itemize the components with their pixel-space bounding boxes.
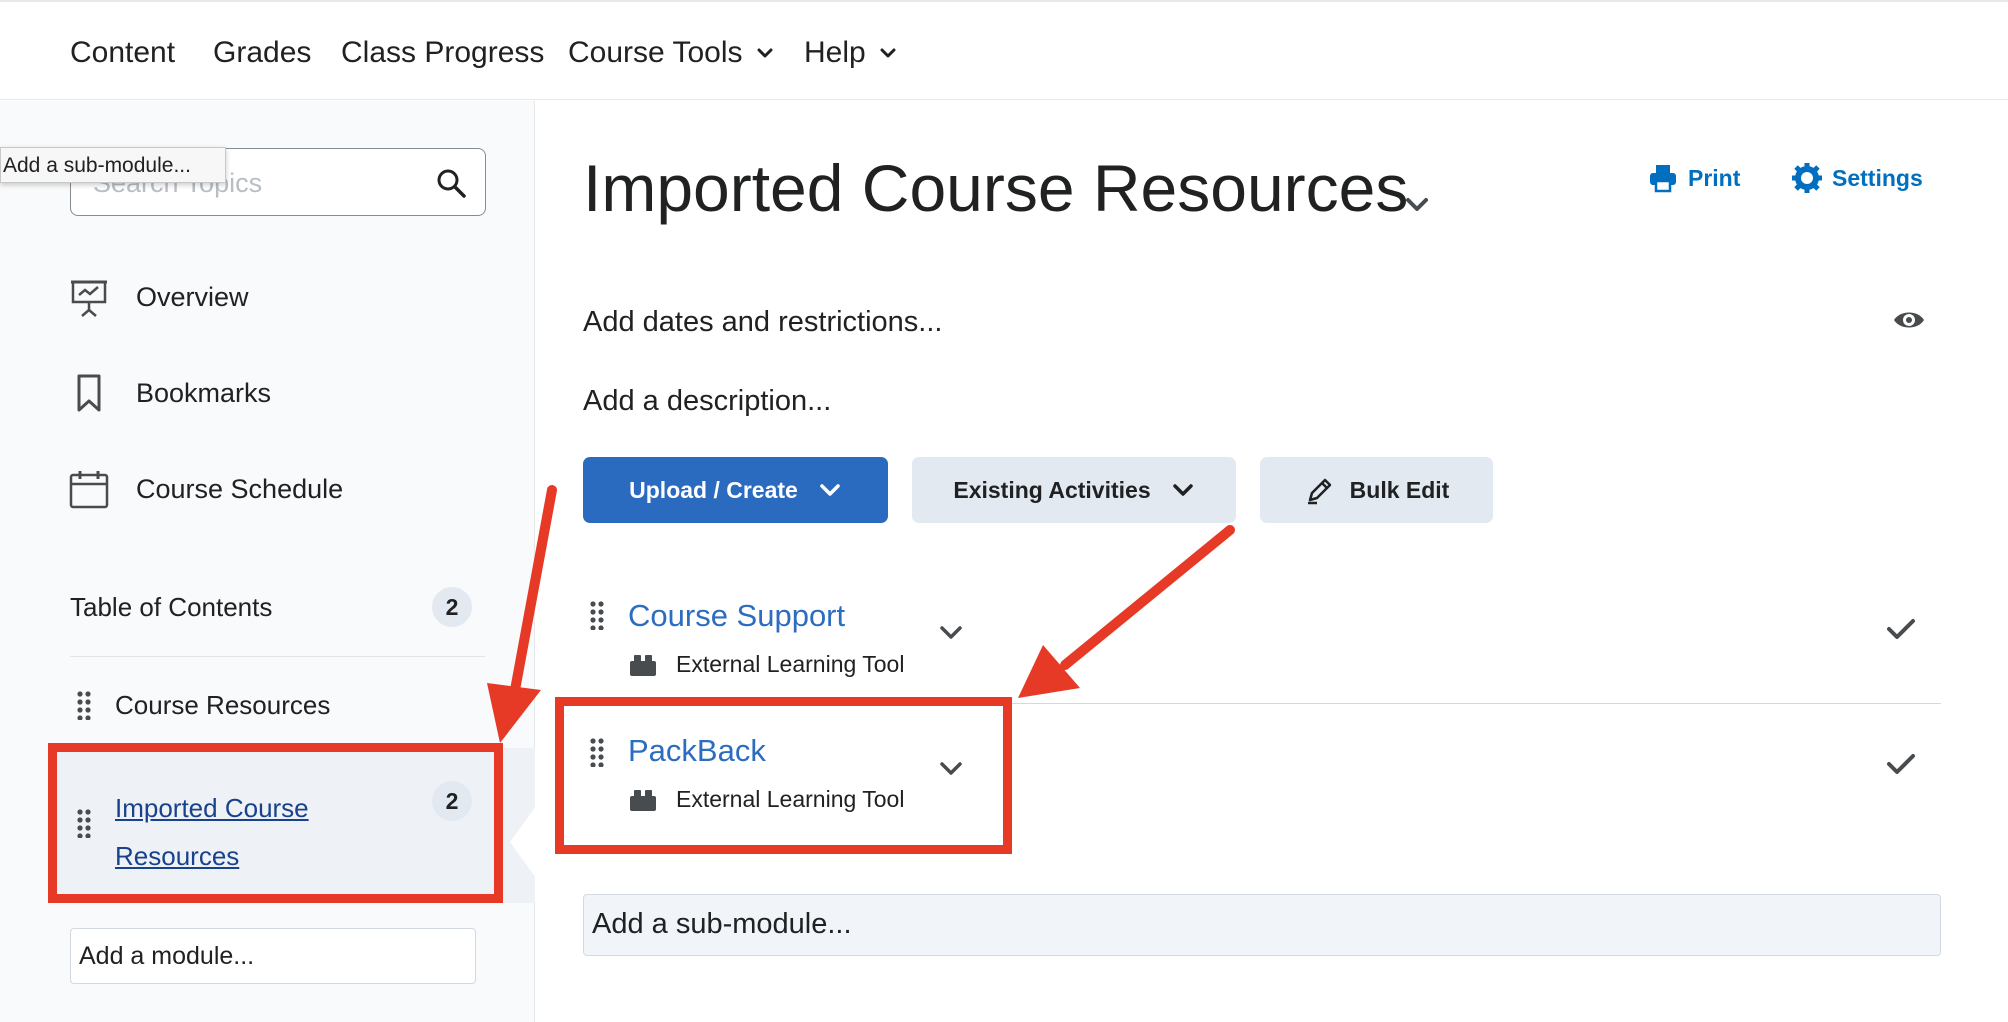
chevron-down-icon bbox=[820, 484, 840, 496]
sidebar-item-overview[interactable]: Overview bbox=[68, 276, 249, 318]
print-button[interactable]: Print bbox=[1648, 163, 1740, 193]
checkmark-icon bbox=[1887, 754, 1915, 774]
presentation-icon bbox=[71, 280, 107, 317]
annotation-arrow bbox=[1060, 525, 1235, 670]
printer-icon bbox=[1650, 165, 1676, 193]
drag-handle-icon[interactable] bbox=[589, 600, 605, 630]
module-count-badge: 2 bbox=[432, 781, 472, 821]
add-module-input[interactable]: Add a module... bbox=[70, 928, 476, 984]
course-navbar: Content Grades Class Progress Course Too… bbox=[0, 0, 2008, 100]
lego-block-icon bbox=[630, 654, 656, 676]
chevron-down-icon bbox=[757, 48, 773, 58]
toc-divider bbox=[70, 656, 485, 657]
gear-icon bbox=[1792, 163, 1822, 193]
chevron-down-icon[interactable] bbox=[1403, 195, 1431, 215]
nav-course-tools[interactable]: Course Tools bbox=[568, 36, 775, 70]
checkmark-icon bbox=[1887, 619, 1915, 639]
existing-activities-button[interactable]: Existing Activities bbox=[912, 457, 1236, 523]
activity-type: External Learning Tool bbox=[628, 786, 904, 813]
drag-handle-icon[interactable] bbox=[589, 737, 605, 767]
sidebar-item-course-schedule[interactable]: Course Schedule bbox=[68, 468, 343, 510]
search-icon[interactable] bbox=[435, 167, 467, 199]
chevron-down-icon bbox=[880, 48, 896, 58]
annotation-arrow-head bbox=[1018, 645, 1080, 698]
pencil-edit-icon bbox=[1307, 478, 1331, 505]
upload-create-button[interactable]: Upload / Create bbox=[583, 457, 888, 523]
eye-icon[interactable] bbox=[1892, 306, 1926, 334]
bookmark-icon bbox=[77, 374, 101, 412]
lego-block-icon bbox=[630, 789, 656, 811]
add-submodule-input[interactable]: Add a sub-module... bbox=[583, 894, 1941, 956]
table-of-contents-title[interactable]: Table of Contents bbox=[70, 592, 272, 623]
nav-content[interactable]: Content bbox=[70, 36, 175, 70]
sidebar-item-label: Course Schedule bbox=[136, 473, 344, 504]
activity-divider bbox=[583, 703, 1941, 704]
toc-module-course-resources[interactable]: Course Resources bbox=[115, 690, 330, 721]
sidebar-item-label: Overview bbox=[136, 281, 249, 312]
add-description-link[interactable]: Add a description... bbox=[583, 385, 831, 418]
activity-title-course-support[interactable]: Course Support bbox=[628, 598, 845, 634]
bulk-edit-button[interactable]: Bulk Edit bbox=[1260, 457, 1493, 523]
activity-type: External Learning Tool bbox=[628, 651, 904, 678]
toc-count-badge: 2 bbox=[432, 587, 472, 627]
drag-handle-icon[interactable] bbox=[76, 690, 92, 720]
tooltip: Add a sub-module... bbox=[0, 147, 226, 183]
selected-indicator bbox=[510, 806, 536, 878]
page-title: Imported Course Resources bbox=[583, 151, 1409, 225]
sidebar-item-bookmarks[interactable]: Bookmarks bbox=[68, 372, 271, 414]
chevron-down-icon bbox=[1172, 484, 1193, 496]
nav-class-progress[interactable]: Class Progress bbox=[341, 36, 544, 70]
add-dates-restrictions-link[interactable]: Add dates and restrictions... bbox=[583, 306, 942, 339]
chevron-down-icon[interactable] bbox=[938, 760, 964, 778]
drag-handle-icon[interactable] bbox=[76, 808, 92, 838]
nav-help[interactable]: Help bbox=[804, 36, 898, 70]
toc-module-imported-course-resources[interactable]: Imported Course Resources bbox=[115, 784, 345, 880]
settings-button[interactable]: Settings bbox=[1792, 163, 1923, 193]
nav-grades[interactable]: Grades bbox=[213, 36, 311, 70]
calendar-icon bbox=[69, 471, 109, 509]
activity-title-packback[interactable]: PackBack bbox=[628, 733, 766, 769]
sidebar-item-label: Bookmarks bbox=[136, 377, 272, 408]
chevron-down-icon[interactable] bbox=[938, 624, 964, 642]
